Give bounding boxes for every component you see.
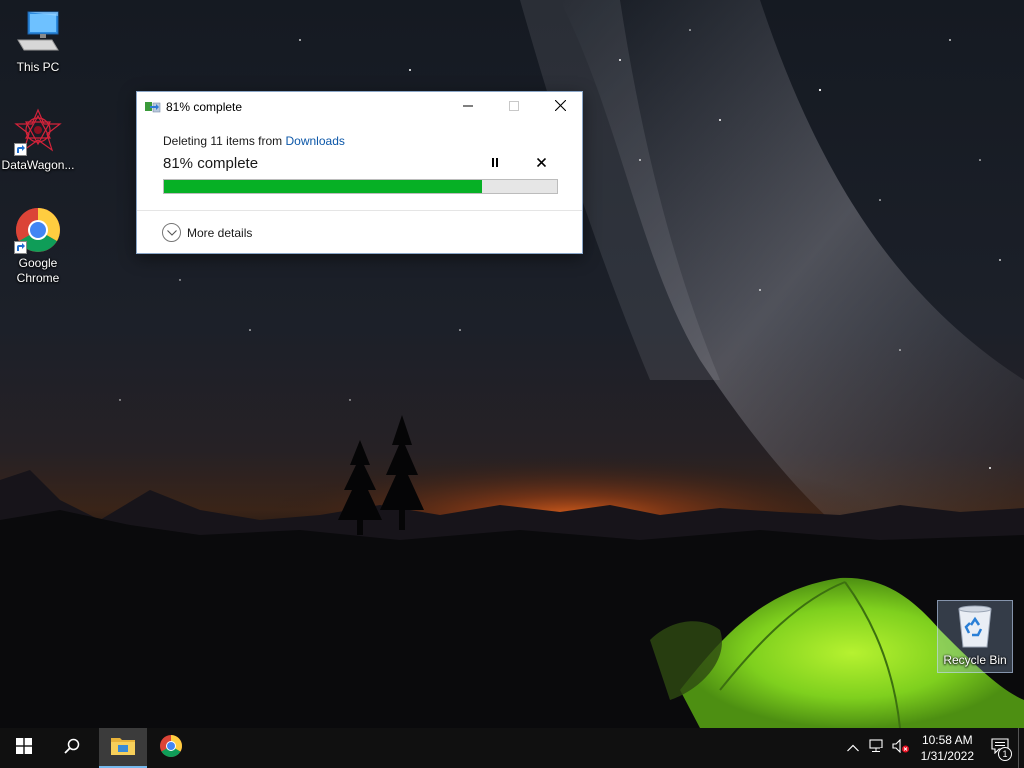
datawagon-app-icon — [14, 108, 62, 156]
desktop-icon-this-pc[interactable]: This PC — [0, 10, 76, 75]
close-button[interactable] — [537, 92, 583, 121]
taskbar: 10:58 AM 1/31/2022 1 — [0, 728, 1024, 768]
downloads-folder-link[interactable]: Downloads — [286, 134, 345, 148]
progress-bar-fill — [164, 180, 483, 193]
system-tray: 10:58 AM 1/31/2022 1 — [841, 728, 1024, 768]
computer-icon — [14, 10, 62, 58]
clock-time: 10:58 AM — [921, 733, 973, 747]
network-button[interactable] — [865, 728, 889, 768]
cancel-button[interactable] — [526, 152, 556, 174]
operation-description-text: Deleting 11 items from — [163, 134, 286, 148]
progress-bar — [163, 179, 558, 194]
dialog-separator — [137, 210, 582, 211]
chevron-down-icon — [162, 223, 181, 242]
more-details-toggle[interactable]: More details — [162, 223, 252, 242]
chrome-icon — [14, 206, 62, 254]
taskbar-file-explorer[interactable] — [99, 728, 147, 768]
clock-date: 1/31/2022 — [920, 749, 974, 763]
file-operation-icon — [145, 100, 161, 114]
chrome-icon — [159, 734, 183, 763]
progress-percent-text: 81% complete — [163, 154, 259, 172]
start-button[interactable] — [0, 728, 48, 768]
pause-icon — [491, 154, 499, 172]
chevron-up-icon — [846, 739, 859, 757]
minimize-button[interactable] — [445, 92, 491, 121]
cancel-icon — [536, 154, 546, 172]
more-details-label: More details — [187, 225, 253, 240]
search-icon — [64, 738, 80, 759]
operation-description: Deleting 11 items from Downloads — [163, 134, 556, 148]
notification-count-badge: 1 — [998, 747, 1012, 761]
desktop-icon-recycle-bin[interactable]: Recycle Bin — [937, 600, 1013, 673]
maximize-button — [491, 92, 537, 121]
desktop-icon-label: This PC — [16, 60, 60, 74]
desktop-icon-label: DataWagon... — [1, 158, 75, 172]
volume-button[interactable] — [889, 728, 913, 768]
maximize-icon — [509, 98, 519, 116]
shortcut-arrow-icon — [14, 143, 27, 156]
recycle-bin-icon — [951, 603, 999, 651]
close-icon — [554, 98, 566, 116]
dialog-titlebar[interactable]: 81% complete — [137, 92, 582, 121]
show-hidden-icons-button[interactable] — [841, 728, 865, 768]
desktop-icon-label: Recycle Bin — [943, 653, 1007, 667]
taskbar-clock[interactable]: 10:58 AM 1/31/2022 — [913, 732, 982, 764]
file-explorer-icon — [111, 736, 135, 761]
start-icon — [16, 737, 32, 759]
show-desktop-button[interactable] — [1018, 728, 1024, 768]
desktop-icon-google-chrome[interactable]: Google Chrome — [0, 206, 76, 286]
taskbar-chrome[interactable] — [147, 728, 195, 768]
network-icon — [869, 738, 885, 758]
shortcut-arrow-icon — [14, 241, 27, 254]
volume-muted-icon — [892, 738, 910, 758]
search-button[interactable] — [48, 728, 96, 768]
desktop-icon-datawagon[interactable]: DataWagon... — [0, 108, 76, 173]
minimize-icon — [463, 98, 473, 116]
desktop-icon-label: Google Chrome — [16, 256, 60, 285]
action-center-button[interactable]: 1 — [982, 728, 1018, 768]
pause-button[interactable] — [480, 152, 510, 174]
dialog-title: 81% complete — [166, 100, 243, 114]
delete-progress-dialog: 81% complete Deleting 11 items from Down… — [136, 91, 583, 254]
